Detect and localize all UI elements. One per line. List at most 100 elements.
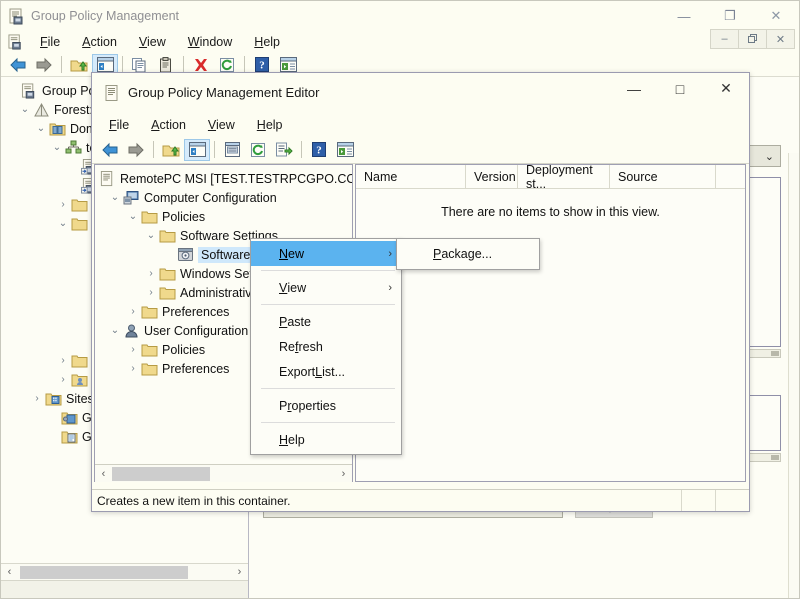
- folder-icon: [71, 197, 88, 213]
- gpme-menu-view[interactable]: View: [197, 116, 246, 134]
- context-export-accel: L: [315, 365, 322, 379]
- menu-window[interactable]: Window: [177, 33, 243, 51]
- context-menu-item-view[interactable]: View ›: [251, 275, 401, 300]
- chevron-down-icon[interactable]: ⌄: [125, 211, 141, 222]
- chevron-right-icon[interactable]: ›: [55, 374, 71, 385]
- back-icon[interactable]: [5, 54, 31, 76]
- svg-text:?: ?: [316, 145, 322, 157]
- close-button[interactable]: ✕: [753, 1, 799, 31]
- forward-icon[interactable]: [31, 54, 57, 76]
- mdi-close-button[interactable]: ✕: [766, 29, 795, 49]
- up-folder-icon[interactable]: [158, 139, 184, 161]
- scroll-right-icon[interactable]: ›: [231, 566, 248, 578]
- chevron-down-icon[interactable]: ⌄: [55, 218, 71, 229]
- menu-file[interactable]: File: [29, 33, 71, 51]
- tree-item-computer-configuration[interactable]: ⌄ Computer Configuration: [97, 188, 352, 207]
- folder-icon: [141, 304, 158, 320]
- scroll-thumb[interactable]: [20, 566, 188, 579]
- mdi-minimize-button[interactable]: –: [710, 29, 739, 49]
- chevron-down-icon[interactable]: ⌄: [107, 192, 123, 203]
- scroll-thumb[interactable]: [112, 467, 210, 481]
- chevron-right-icon[interactable]: ›: [143, 287, 159, 298]
- close-button[interactable]: ✕: [703, 73, 749, 104]
- gpme-list-pane[interactable]: Name Version Deployment st... Source The…: [355, 164, 746, 482]
- tree-item-label: Preferences: [162, 362, 229, 376]
- context-menu-item-new[interactable]: New ›: [251, 241, 401, 266]
- maximize-button[interactable]: □: [657, 73, 703, 104]
- show-hide-console-tree-icon[interactable]: [184, 139, 210, 161]
- context-refresh-post: resh: [298, 340, 322, 354]
- column-header-filler: [716, 165, 745, 188]
- menu-action[interactable]: Action: [71, 33, 128, 51]
- menu-help[interactable]: Help: [243, 33, 291, 51]
- gpme-menu-help[interactable]: Help: [246, 116, 294, 134]
- gpm-tree-horizontal-scrollbar[interactable]: ‹ ›: [1, 563, 248, 580]
- context-menu-separator: [261, 422, 395, 423]
- context-menu-item-export-list[interactable]: Export List...: [251, 359, 401, 384]
- context-menu-separator: [261, 388, 395, 389]
- folder-icon: [159, 228, 176, 244]
- column-header-source[interactable]: Source: [610, 165, 716, 188]
- mdi-restore-button[interactable]: [738, 29, 767, 49]
- context-menu-item-refresh[interactable]: Refresh: [251, 334, 401, 359]
- scroll-right-icon[interactable]: ›: [335, 468, 352, 480]
- up-folder-icon[interactable]: [66, 54, 92, 76]
- chevron-right-icon[interactable]: ›: [143, 268, 159, 279]
- back-icon[interactable]: [97, 139, 123, 161]
- gpme-statusbar: Creates a new item in this container.: [92, 489, 749, 511]
- context-menu-item-paste[interactable]: Paste: [251, 309, 401, 334]
- minimize-button[interactable]: —: [661, 1, 707, 31]
- chevron-down-icon[interactable]: ⌄: [143, 230, 159, 241]
- context-properties-post: operties: [292, 399, 336, 413]
- gpm-console-icon: [21, 83, 38, 99]
- gpme-menu-file[interactable]: File: [98, 116, 140, 134]
- chevron-right-icon[interactable]: ›: [55, 355, 71, 366]
- gpme-window-controls: — □ ✕: [611, 73, 749, 104]
- menu-view[interactable]: View: [128, 33, 177, 51]
- minimize-button[interactable]: —: [611, 73, 657, 104]
- folder-icon: [159, 266, 176, 282]
- gpm-right-vertical-scrollbar[interactable]: [788, 153, 799, 598]
- folder-icon: [141, 361, 158, 377]
- tree-item-policies[interactable]: ⌄ Policies: [97, 207, 352, 226]
- tree-item-label: RemotePC MSI [TEST.TESTRPCGPO.COM] P: [120, 172, 353, 186]
- submenu-package-accel: P: [433, 247, 441, 261]
- context-refresh-pre: Re: [279, 340, 295, 354]
- scroll-track[interactable]: [18, 565, 231, 580]
- tree-item-gpo-root[interactable]: RemotePC MSI [TEST.TESTRPCGPO.COM] P: [97, 169, 352, 188]
- chevron-down-icon[interactable]: ⌄: [765, 150, 774, 163]
- chevron-right-icon[interactable]: ›: [55, 199, 71, 210]
- menu-view-rest: iew: [147, 35, 166, 49]
- gpme-body: RemotePC MSI [TEST.TESTRPCGPO.COM] P ⌄ C…: [92, 164, 749, 482]
- gpme-menu-help-rest: elp: [266, 118, 283, 132]
- scroll-left-icon[interactable]: ‹: [95, 468, 112, 480]
- chevron-right-icon[interactable]: ›: [29, 393, 45, 404]
- chevron-right-icon[interactable]: ›: [125, 306, 141, 317]
- submenu-item-package[interactable]: Package...: [397, 242, 539, 266]
- export-list-icon[interactable]: [271, 139, 297, 161]
- scroll-left-icon[interactable]: ‹: [1, 566, 18, 578]
- column-header-deployment-state[interactable]: Deployment st...: [518, 165, 610, 188]
- properties-icon[interactable]: [219, 139, 245, 161]
- chevron-right-icon[interactable]: ›: [125, 344, 141, 355]
- forward-icon[interactable]: [123, 139, 149, 161]
- column-header-version[interactable]: Version: [466, 165, 518, 188]
- chevron-right-icon[interactable]: ›: [125, 363, 141, 374]
- menu-window-rest: indow: [200, 35, 233, 49]
- show-action-pane-icon[interactable]: [332, 139, 358, 161]
- gpme-menu-action[interactable]: Action: [140, 116, 197, 134]
- status-cell-1: [681, 490, 715, 511]
- chevron-down-icon[interactable]: ⌄: [17, 104, 33, 115]
- chevron-down-icon[interactable]: ⌄: [49, 142, 65, 153]
- refresh-icon[interactable]: [245, 139, 271, 161]
- context-help-rest: elp: [288, 433, 305, 447]
- chevron-down-icon[interactable]: ⌄: [33, 123, 49, 134]
- column-header-name[interactable]: Name: [356, 165, 466, 188]
- context-properties-pre: P: [279, 399, 287, 413]
- help-icon[interactable]: ?: [306, 139, 332, 161]
- gpme-tree-horizontal-scrollbar[interactable]: ‹ ›: [95, 464, 352, 482]
- chevron-down-icon[interactable]: ⌄: [107, 325, 123, 336]
- context-menu-item-properties[interactable]: Properties: [251, 393, 401, 418]
- maximize-button[interactable]: ❐: [707, 1, 753, 31]
- context-menu-item-help[interactable]: Help: [251, 427, 401, 452]
